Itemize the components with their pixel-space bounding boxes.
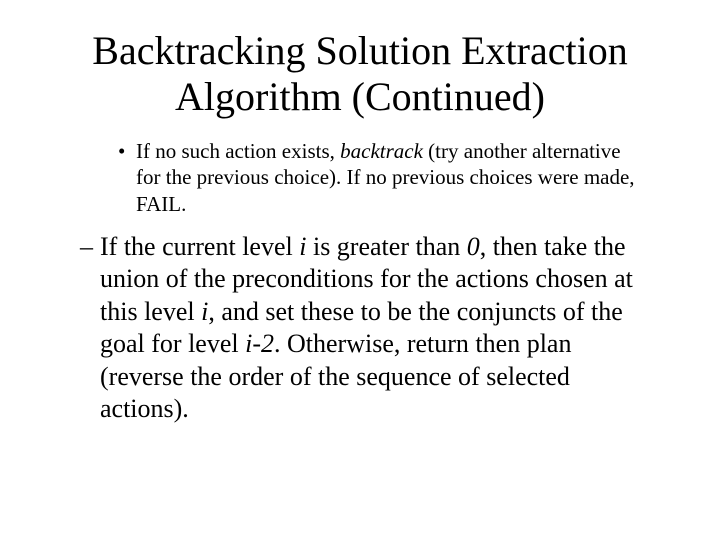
bullet-2-text: If the current level i is greater than 0… [100, 231, 660, 426]
slide-title: Backtracking Solution Extraction Algorit… [40, 28, 680, 120]
bullet-item-2: – If the current level i is greater than… [80, 231, 660, 426]
b2-a: If the current level [100, 232, 299, 261]
bullet-item-1: • If no such action exists, backtrack (t… [118, 138, 640, 217]
bullet-1-em: backtrack [340, 139, 423, 163]
bullet-dash-icon: – [80, 231, 100, 264]
bullet-dot-icon: • [118, 138, 136, 164]
b2-zero: 0 [467, 232, 480, 261]
slide: Backtracking Solution Extraction Algorit… [0, 0, 720, 540]
bullet-1-pre: If no such action exists, [136, 139, 340, 163]
b2-i3: i-2 [245, 329, 274, 358]
b2-b: is greater than [306, 232, 466, 261]
bullet-1-text: If no such action exists, backtrack (try… [136, 138, 640, 217]
